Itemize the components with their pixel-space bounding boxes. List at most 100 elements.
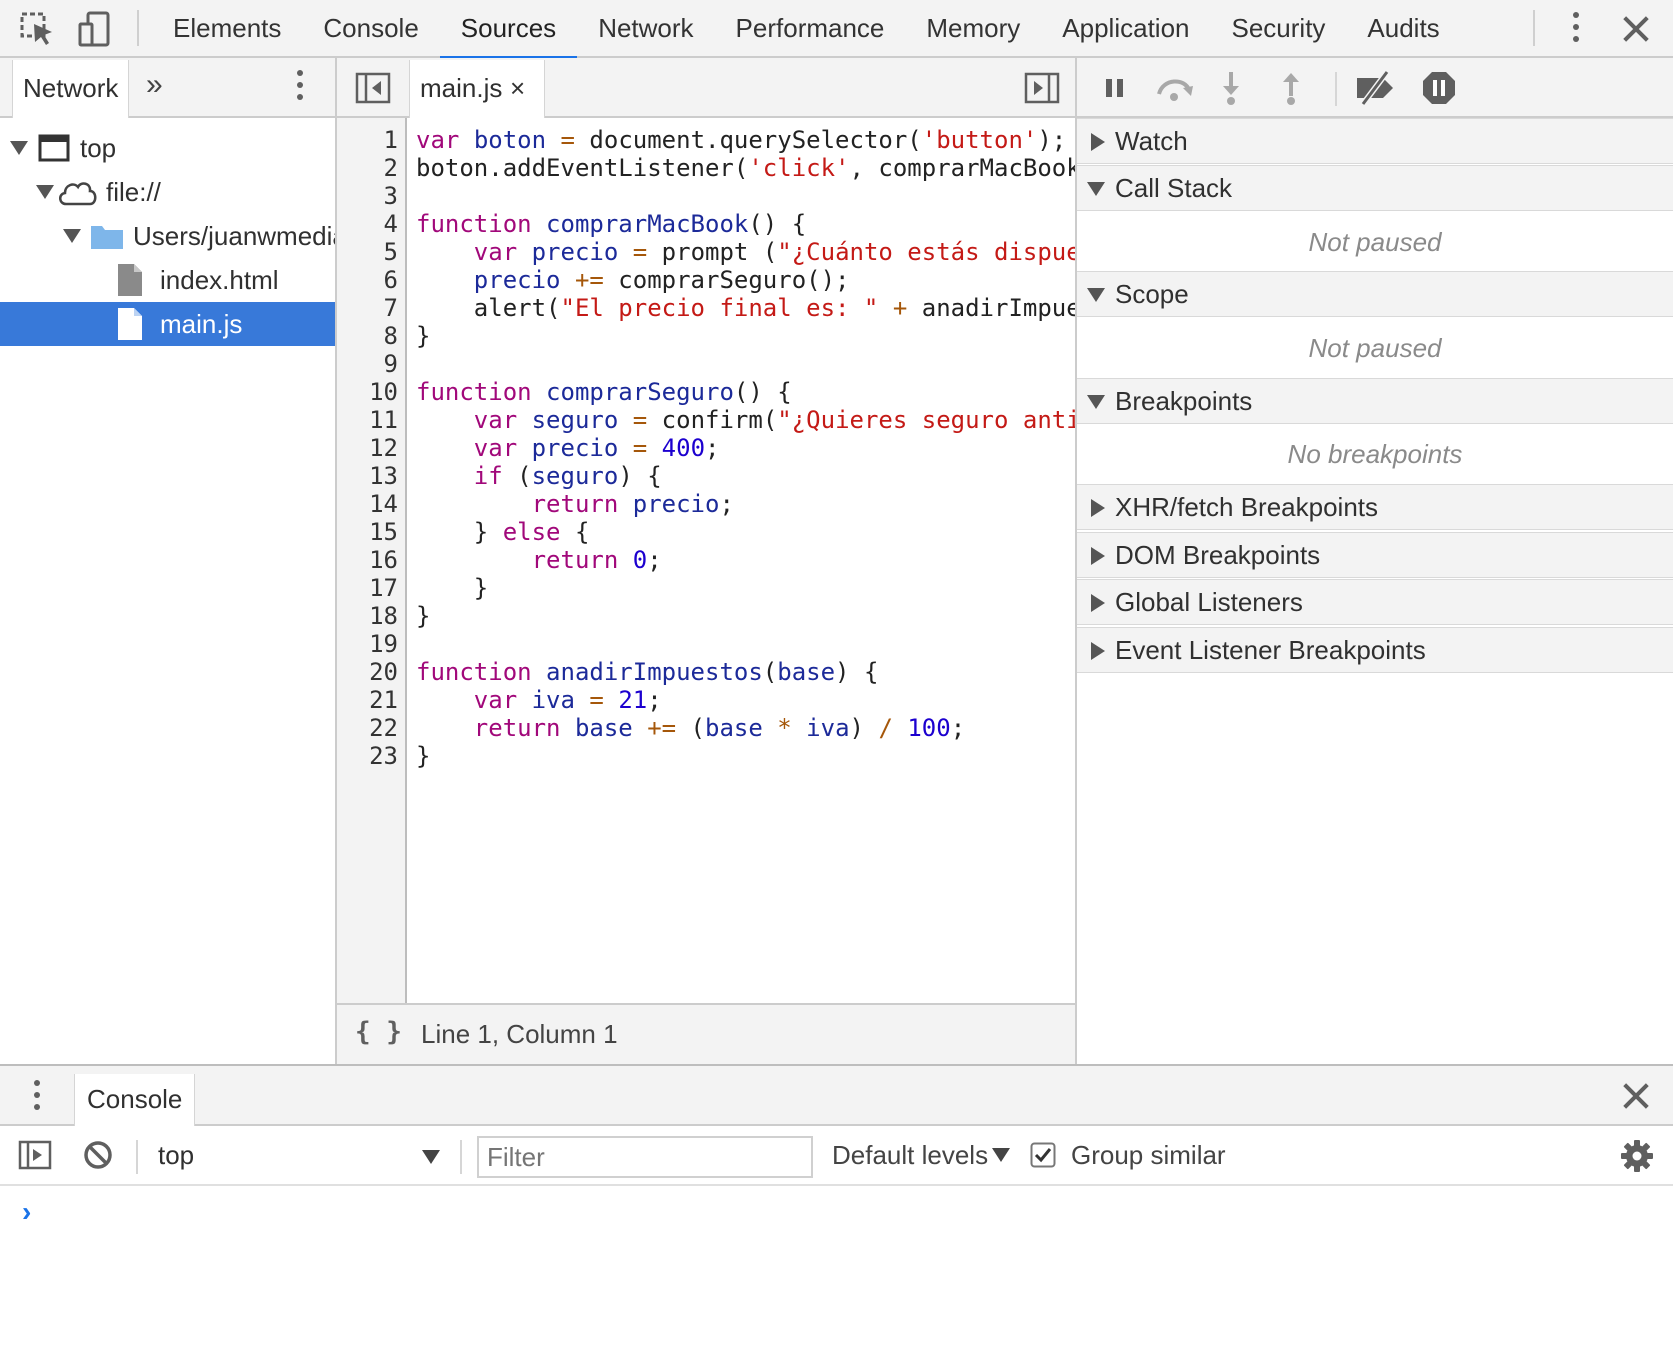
expand-arrow-icon[interactable] <box>1091 499 1105 517</box>
show-sidebar-icon[interactable] <box>18 1140 52 1170</box>
pane-dom-breakpoints[interactable]: DOM Breakpoints <box>1077 532 1673 578</box>
file-icon <box>118 264 142 296</box>
kebab-menu-icon[interactable] <box>1572 12 1580 48</box>
tree-item-main-js[interactable]: main.js <box>0 302 335 346</box>
pane-title: Breakpoints <box>1115 386 1253 416</box>
clear-console-icon[interactable] <box>82 1139 114 1171</box>
line-number[interactable]: 16 <box>337 546 398 574</box>
line-number[interactable]: 1 <box>337 126 398 154</box>
dropdown-arrow-icon <box>422 1150 440 1164</box>
line-number[interactable]: 9 <box>337 350 398 378</box>
line-number[interactable]: 8 <box>337 322 398 350</box>
tab-console[interactable]: Console <box>302 0 439 58</box>
expand-arrow-icon[interactable] <box>10 141 28 155</box>
line-number[interactable]: 7 <box>337 294 398 322</box>
close-icon[interactable] <box>1620 13 1652 45</box>
collapse-arrow-icon[interactable] <box>1087 288 1105 302</box>
tab-performance[interactable]: Performance <box>715 0 906 58</box>
tab-elements[interactable]: Elements <box>152 0 302 58</box>
collapse-arrow-icon[interactable] <box>1087 395 1105 409</box>
tree-item-file-scheme[interactable]: file:// <box>0 170 335 214</box>
pane-xhr-breakpoints[interactable]: XHR/fetch Breakpoints <box>1077 484 1673 530</box>
tab-security[interactable]: Security <box>1211 0 1347 58</box>
tree-item-folder[interactable]: Users/juanwmedia <box>0 214 335 258</box>
toolbar-separator <box>460 1140 462 1174</box>
expand-arrow-icon[interactable] <box>1091 594 1105 612</box>
line-number[interactable]: 4 <box>337 210 398 238</box>
line-number[interactable]: 10 <box>337 378 398 406</box>
tab-network[interactable]: Network <box>577 0 714 58</box>
tab-memory[interactable]: Memory <box>905 0 1041 58</box>
line-number[interactable]: 17 <box>337 574 398 602</box>
line-number[interactable]: 22 <box>337 714 398 742</box>
deactivate-breakpoints-icon[interactable] <box>1353 70 1399 106</box>
console-prompt[interactable]: › <box>22 1196 31 1228</box>
line-number[interactable]: 19 <box>337 630 398 658</box>
editor-status-bar: { } Line 1, Column 1 <box>337 1003 1075 1064</box>
drawer-menu-icon[interactable] <box>33 1080 41 1116</box>
line-number[interactable]: 18 <box>337 602 398 630</box>
line-number[interactable]: 12 <box>337 434 398 462</box>
tree-item-top[interactable]: top <box>0 126 335 170</box>
debugger-sidebar: Watch Call Stack Not paused Scope Not pa… <box>1077 58 1673 1064</box>
checkbox-checked-icon[interactable] <box>1030 1142 1056 1168</box>
panel-tabs: Elements Console Sources Network Perform… <box>152 0 1461 60</box>
toolbar-separator <box>136 1140 138 1174</box>
drawer-tab-console[interactable]: Console <box>74 1074 196 1126</box>
expand-arrow-icon[interactable] <box>1091 642 1105 660</box>
console-settings-gear-icon[interactable] <box>1620 1139 1654 1173</box>
pause-on-exceptions-icon[interactable] <box>1421 70 1457 106</box>
line-number[interactable]: 20 <box>337 658 398 686</box>
expand-arrow-icon[interactable] <box>1091 133 1105 151</box>
line-number[interactable]: 13 <box>337 462 398 490</box>
pane-title: Watch <box>1115 126 1188 156</box>
expand-arrow-icon[interactable] <box>1091 547 1105 565</box>
pane-event-listener-breakpoints[interactable]: Event Listener Breakpoints <box>1077 627 1673 673</box>
tree-item-index-html[interactable]: index.html <box>0 258 335 302</box>
expand-arrow-icon[interactable] <box>36 185 54 199</box>
line-number[interactable]: 11 <box>337 406 398 434</box>
step-into-icon[interactable] <box>1217 70 1245 106</box>
group-similar-toggle[interactable]: Group similar <box>1030 1126 1230 1186</box>
line-number[interactable]: 3 <box>337 182 398 210</box>
pane-watch[interactable]: Watch <box>1077 118 1673 164</box>
log-levels-dropdown[interactable]: Default levels <box>830 1126 1010 1186</box>
toggle-navigator-icon[interactable] <box>355 72 391 104</box>
close-drawer-icon[interactable] <box>1620 1080 1652 1112</box>
collapse-arrow-icon[interactable] <box>1087 182 1105 196</box>
more-tabs-icon[interactable]: » <box>146 68 163 102</box>
line-number[interactable]: 14 <box>337 490 398 518</box>
console-drawer: Console top Default levels Gr <box>0 1064 1673 1350</box>
line-number[interactable]: 5 <box>337 238 398 266</box>
line-number[interactable]: 15 <box>337 518 398 546</box>
console-filter-input[interactable] <box>477 1136 813 1178</box>
expand-arrow-icon[interactable] <box>63 229 81 243</box>
toggle-debugger-icon[interactable] <box>1024 72 1060 104</box>
console-toolbar: top Default levels Group similar <box>0 1126 1673 1186</box>
pane-call-stack[interactable]: Call Stack <box>1077 165 1673 211</box>
close-tab-icon[interactable]: × <box>510 60 525 116</box>
pause-icon[interactable] <box>1101 74 1129 102</box>
pretty-print-icon[interactable]: { } <box>355 1017 402 1047</box>
context-selector[interactable]: top <box>148 1126 448 1186</box>
navigator-tab-network[interactable]: Network <box>12 60 130 118</box>
navigator-menu-icon[interactable] <box>296 70 304 106</box>
editor-tab-main-js[interactable]: main.js × <box>409 60 545 118</box>
tab-audits[interactable]: Audits <box>1346 0 1460 58</box>
pane-scope[interactable]: Scope <box>1077 271 1673 317</box>
tab-application[interactable]: Application <box>1041 0 1210 58</box>
device-toggle-icon[interactable] <box>76 10 114 48</box>
editor-tabbar: main.js × <box>337 58 1075 118</box>
step-over-icon[interactable] <box>1153 72 1197 104</box>
inspect-element-icon[interactable] <box>18 10 56 48</box>
pane-global-listeners[interactable]: Global Listeners <box>1077 579 1673 625</box>
line-number[interactable]: 21 <box>337 686 398 714</box>
line-number[interactable]: 23 <box>337 742 398 770</box>
tab-sources[interactable]: Sources <box>439 0 578 60</box>
pane-title: Global Listeners <box>1115 587 1303 617</box>
pane-breakpoints[interactable]: Breakpoints <box>1077 378 1673 424</box>
step-out-icon[interactable] <box>1277 70 1305 106</box>
scope-status: Not paused <box>1308 333 1442 363</box>
line-number[interactable]: 6 <box>337 266 398 294</box>
line-number[interactable]: 2 <box>337 154 398 182</box>
